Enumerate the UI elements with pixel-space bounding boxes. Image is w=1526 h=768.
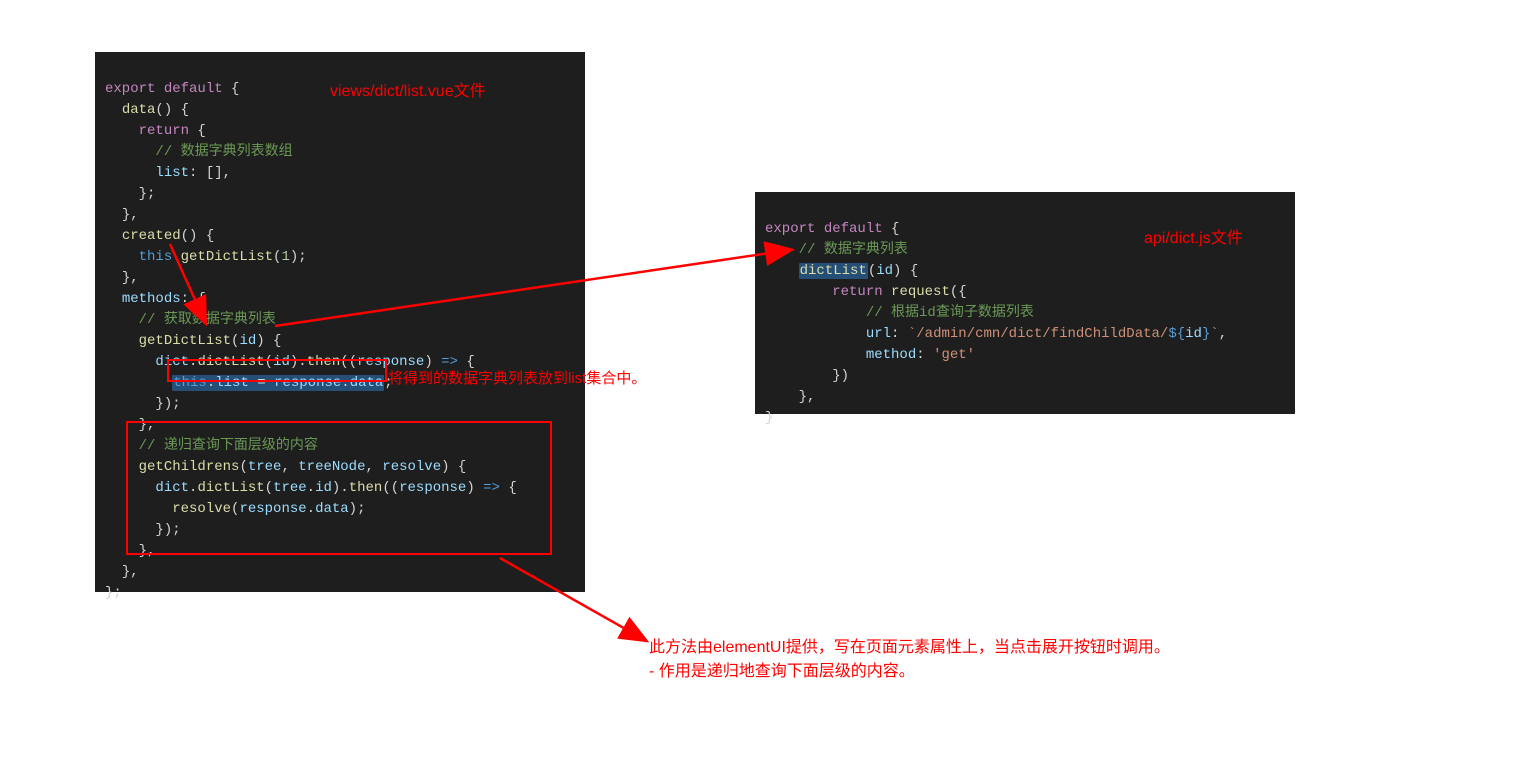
comment: // 数据字典列表数组 <box>155 144 292 160</box>
fn-created: created <box>122 228 181 244</box>
kw-default: default <box>164 81 223 97</box>
fn-getDictList: getDictList <box>139 333 231 349</box>
annotation-bottom: 此方法由elementUI提供，写在页面元素属性上，当点击展开按钮时调用。 - … <box>649 636 1170 684</box>
fn-data: data <box>122 102 156 118</box>
label-left-file: views/dict/list.vue文件 <box>330 80 486 104</box>
highlight-box-getChildrens <box>126 421 552 555</box>
kw-export: export <box>105 81 155 97</box>
annotation-bottom-line2: - 作用是递归地查询下面层级的内容。 <box>649 660 1170 684</box>
label-right-file: api/dict.js文件 <box>1144 227 1243 251</box>
fn-dictList: dictList <box>800 263 867 279</box>
code-block-right: export default { // 数据字典列表 dictList(id) … <box>755 192 1295 414</box>
highlight-box-list-assign <box>167 359 387 382</box>
annotation-bottom-line1: 此方法由elementUI提供，写在页面元素属性上，当点击展开按钮时调用。 <box>649 636 1170 660</box>
comment: // 获取数据字典列表 <box>139 312 276 328</box>
annotation-list: 将得到的数据字典列表放到list集合中。 <box>388 367 646 391</box>
diagram-stage: export default { data() { return { // 数据… <box>0 0 1526 768</box>
